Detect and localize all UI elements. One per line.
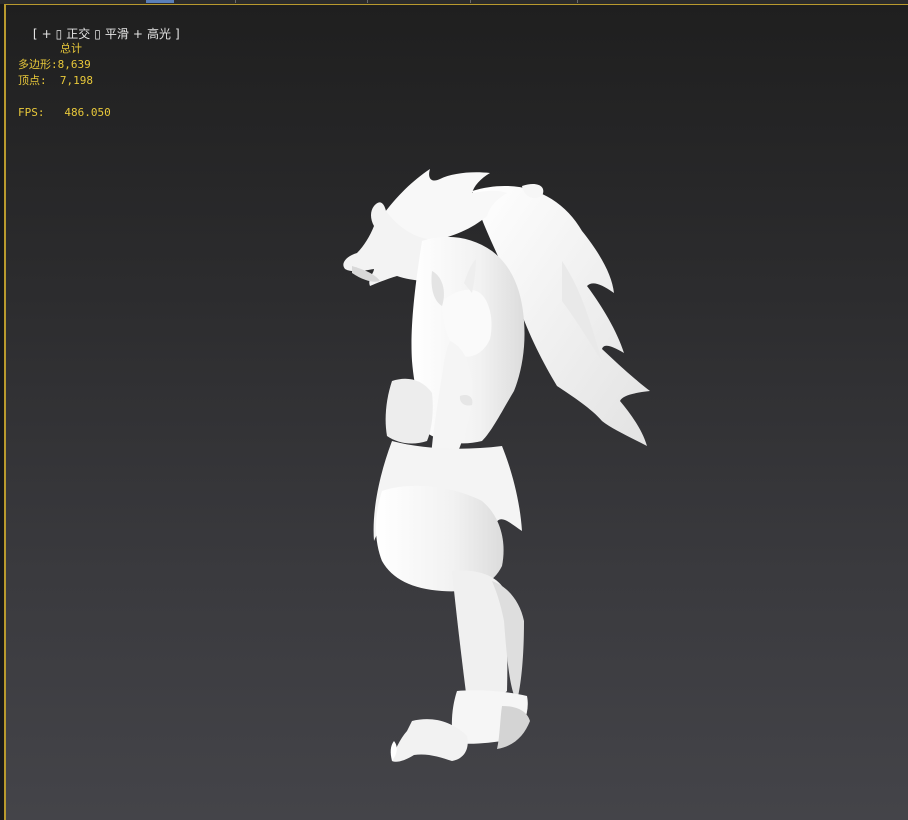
perspective-viewport[interactable]: [+ ▯ 正交 ▯ 平滑 + 高光] 总计 多边形:8,639 顶点: 7,198 FPS:… [4, 4, 908, 820]
werewolf-model[interactable] [6, 5, 908, 820]
toolbar-divider [470, 0, 471, 3]
3d-viewport-app: [+ ▯ 正交 ▯ 平滑 + 高光] 总计 多边形:8,639 顶点: 7,198 FPS:… [0, 0, 908, 820]
active-toolbar-segment[interactable] [146, 0, 174, 3]
toolbar-divider [235, 0, 236, 3]
toolbar-divider [577, 0, 578, 3]
model-belt [385, 378, 433, 444]
toolbar-divider [367, 0, 368, 3]
